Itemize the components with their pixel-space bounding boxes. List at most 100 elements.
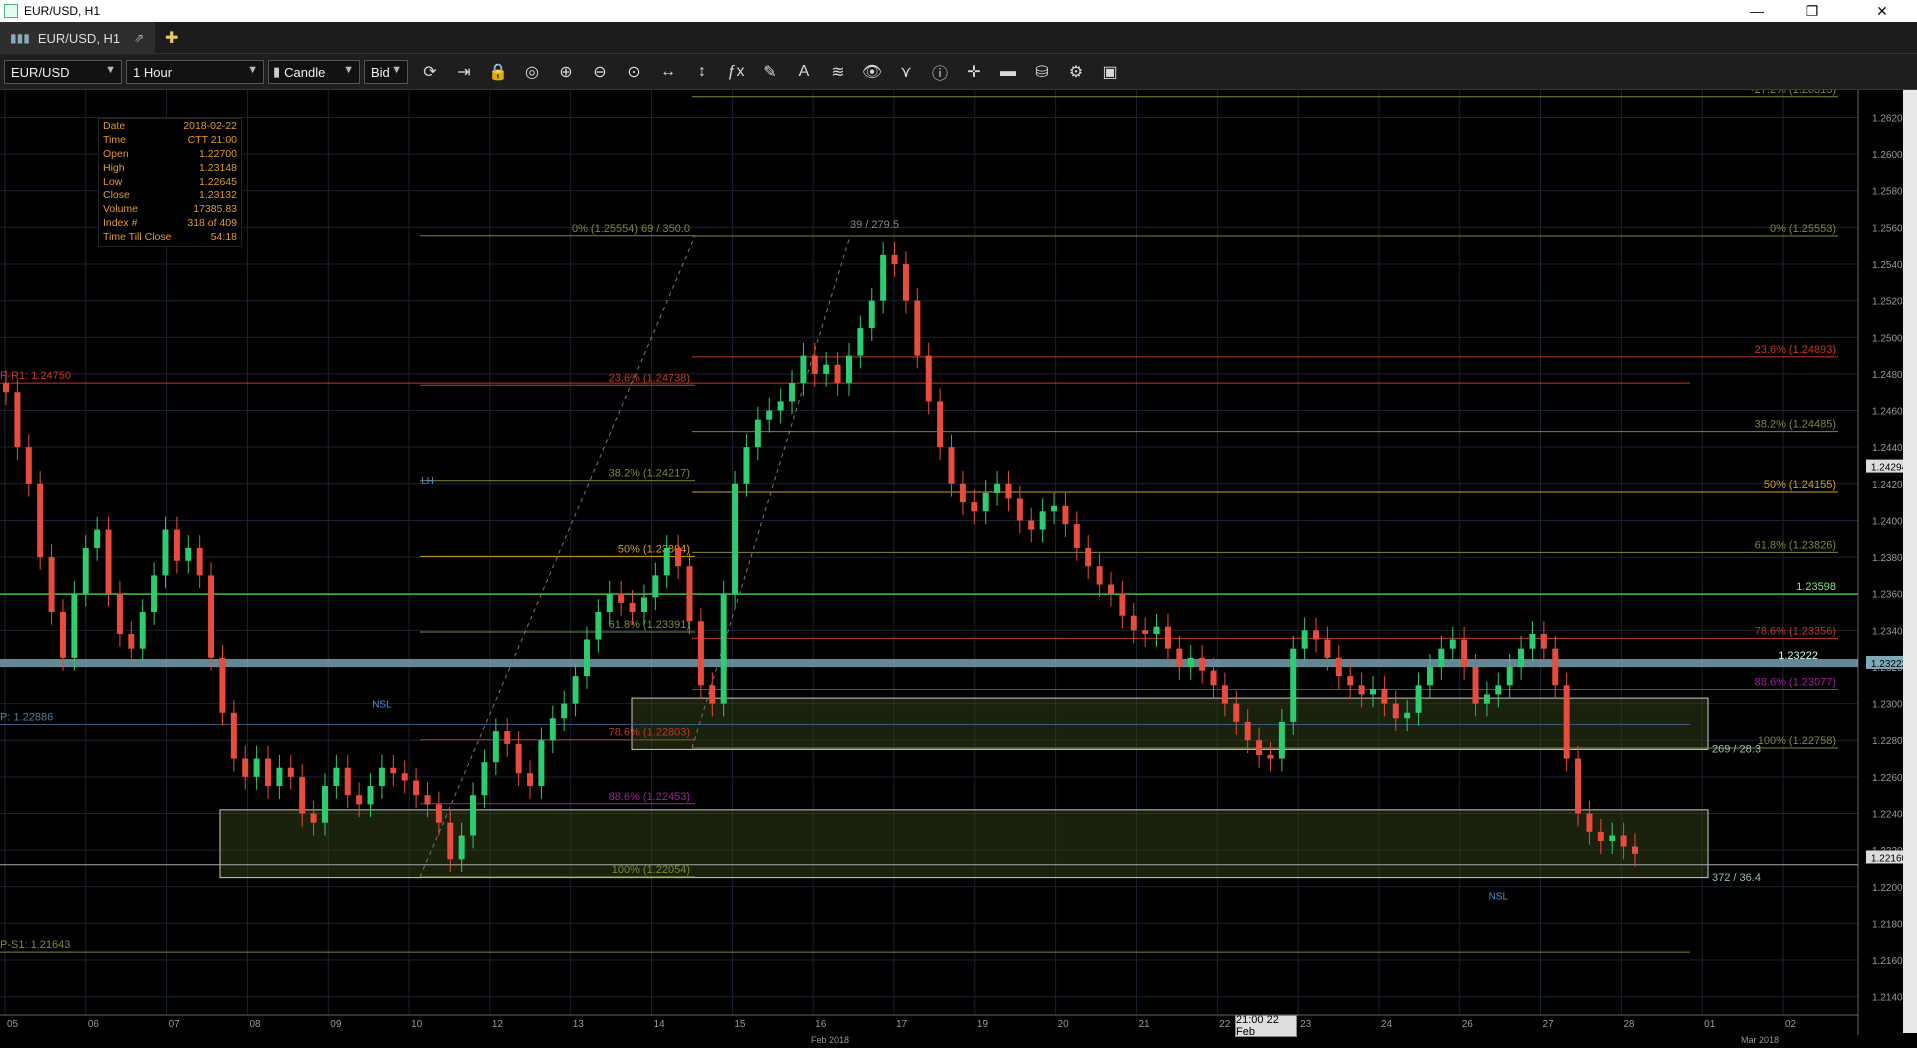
- level-label: P-R1: 1.24750: [0, 370, 71, 382]
- candle-body: [1392, 703, 1399, 719]
- candle-body: [253, 758, 260, 777]
- tab-eurusd[interactable]: ▮▮▮ EUR/USD, H1 ⇗: [0, 22, 155, 54]
- x-tick-label: 10: [411, 1019, 423, 1030]
- chart-markers-icon[interactable]: ⋎: [894, 61, 918, 83]
- lock-icon[interactable]: 🔒: [486, 61, 510, 83]
- price-chart[interactable]: 05 06 07 08 09 10 12 13 14 15 16 17 19 20 21 22 23 24 26 27…: [0, 84, 1917, 1045]
- candle-body: [1233, 703, 1240, 722]
- candle-body: [219, 657, 226, 713]
- zoom-in-icon[interactable]: ⊕: [554, 61, 578, 83]
- function-icon[interactable]: ƒx: [724, 61, 748, 83]
- candle-body: [1244, 721, 1251, 741]
- candle-body: [1426, 666, 1433, 686]
- candle-body: [14, 392, 21, 448]
- level-label: 39 / 279.5: [850, 219, 899, 231]
- y-tick-label: 1.2520: [1872, 297, 1903, 308]
- arrow-right-icon[interactable]: ⇥: [452, 61, 476, 83]
- candle-body: [25, 447, 32, 484]
- info-label: High: [103, 161, 125, 174]
- candle-body: [1324, 639, 1331, 658]
- supply-zone: [631, 697, 1709, 750]
- chart-toolbar: EUR/USD ▼ 1 Hour ▼ ▮ Candle ▼ Bid ▼ ⟳ ⇥ 🔒 ◎ ⊕ ⊖ ⊙ ↔ ↕…: [0, 54, 1917, 90]
- fib-label-left: 38.2% (1.24217): [609, 468, 690, 480]
- x-tick-label: 09: [330, 1019, 342, 1030]
- fib-label-right: 23.6% (1.24893): [1755, 344, 1836, 356]
- info-row: Volume 17385.83: [103, 203, 237, 217]
- info-value: 1.22645: [199, 175, 237, 188]
- settings-icon[interactable]: ⚙: [1064, 61, 1088, 83]
- candle-body: [1632, 846, 1638, 854]
- info-label: Time Till Close: [103, 231, 172, 244]
- level-label: 269 / 28.3: [1712, 744, 1761, 756]
- refresh-icon[interactable]: ⟳: [418, 61, 442, 83]
- candle-body: [606, 593, 613, 613]
- candle-body: [823, 364, 830, 374]
- fib-label-right: -27.2% (1.26313): [1751, 90, 1836, 96]
- vertical-scrollbar[interactable]: [1903, 90, 1917, 1033]
- y-tick-label: 1.2160: [1872, 956, 1903, 967]
- zoom-out-icon[interactable]: ⊖: [588, 61, 612, 83]
- candle-body: [902, 264, 909, 301]
- candle-body: [1290, 648, 1297, 722]
- x-tick-label: 08: [249, 1019, 261, 1030]
- minimize-button[interactable]: —: [1735, 0, 1779, 22]
- info-value: 1.22700: [199, 147, 237, 160]
- zoom-fit-icon[interactable]: ◎: [520, 61, 544, 83]
- chart-type-select[interactable]: ▮ Candle ▼: [268, 60, 360, 84]
- level-label: 372 / 36.4: [1712, 872, 1761, 884]
- symbol-select[interactable]: EUR/USD ▼: [4, 60, 122, 84]
- crosshair-icon[interactable]: ✛: [962, 61, 986, 83]
- close-button[interactable]: ✕: [1860, 0, 1904, 22]
- text-icon[interactable]: A: [792, 61, 816, 83]
- price-side-select[interactable]: Bid ▼: [364, 60, 408, 84]
- detach-icon[interactable]: ⇗: [134, 31, 144, 45]
- candle-body: [208, 575, 215, 658]
- price-side-value: Bid: [371, 64, 390, 80]
- candle-body: [1278, 721, 1285, 759]
- level-label: P: 1.22886: [0, 711, 53, 723]
- candle-body: [618, 593, 625, 603]
- candle-body: [754, 419, 761, 448]
- x-tick-label: 28: [1623, 1019, 1635, 1030]
- zoom-reset-icon[interactable]: ⊙: [622, 61, 646, 83]
- candle-body: [583, 639, 590, 677]
- candle-body: [356, 795, 363, 805]
- candle-body: [1347, 676, 1354, 686]
- x-tick-label: 21: [1138, 1019, 1150, 1030]
- chart-area[interactable]: 05 06 07 08 09 10 12 13 14 15 16 17 19 20 21 22 23 24 26 27…: [0, 84, 1917, 1045]
- info-row: Date 2018-02-22: [103, 120, 237, 134]
- save-icon[interactable]: ▣: [1098, 61, 1122, 83]
- candle-body: [1563, 685, 1570, 759]
- y-tick-label: 1.2260: [1872, 773, 1903, 784]
- x-tick-label: 05: [7, 1019, 19, 1030]
- candle-body: [344, 767, 351, 796]
- candle-body: [1187, 657, 1194, 667]
- timeframe-select[interactable]: 1 Hour ▼: [126, 60, 264, 84]
- fib-label-left: 0% (1.25554) 69 / 350.0: [572, 223, 690, 235]
- info-label: Open: [103, 147, 129, 160]
- y-tick-label: 1.2560: [1872, 223, 1903, 234]
- layers-icon[interactable]: ≋: [826, 61, 850, 83]
- info-value: 318 of 409: [187, 217, 237, 230]
- candle-body: [265, 758, 272, 787]
- symbol-value: EUR/USD: [11, 64, 70, 80]
- fib-label-right: 78.6% (1.23356): [1755, 625, 1836, 637]
- candle-body: [504, 731, 511, 744]
- candle-body: [1495, 685, 1502, 695]
- candle-body: [116, 593, 123, 635]
- bucket-icon[interactable]: ⛁: [1030, 61, 1054, 83]
- new-chart-icon[interactable]: ✚: [165, 28, 178, 48]
- info-icon[interactable]: ⓘ: [928, 61, 952, 83]
- candle-body: [561, 703, 568, 719]
- candle-body: [640, 597, 647, 613]
- vertical-resize-icon[interactable]: ↕: [690, 61, 714, 83]
- eye-icon[interactable]: 👁: [860, 61, 884, 83]
- candle-body: [299, 776, 306, 814]
- candle-body: [48, 557, 55, 613]
- signal-icon[interactable]: ▬: [996, 61, 1020, 83]
- maximize-button[interactable]: ❐: [1790, 0, 1834, 22]
- candle-body: [732, 483, 739, 594]
- pencil-icon[interactable]: ✎: [758, 61, 782, 83]
- fib-label-right: 38.2% (1.24485): [1755, 419, 1836, 431]
- horizontal-resize-icon[interactable]: ↔: [656, 61, 680, 83]
